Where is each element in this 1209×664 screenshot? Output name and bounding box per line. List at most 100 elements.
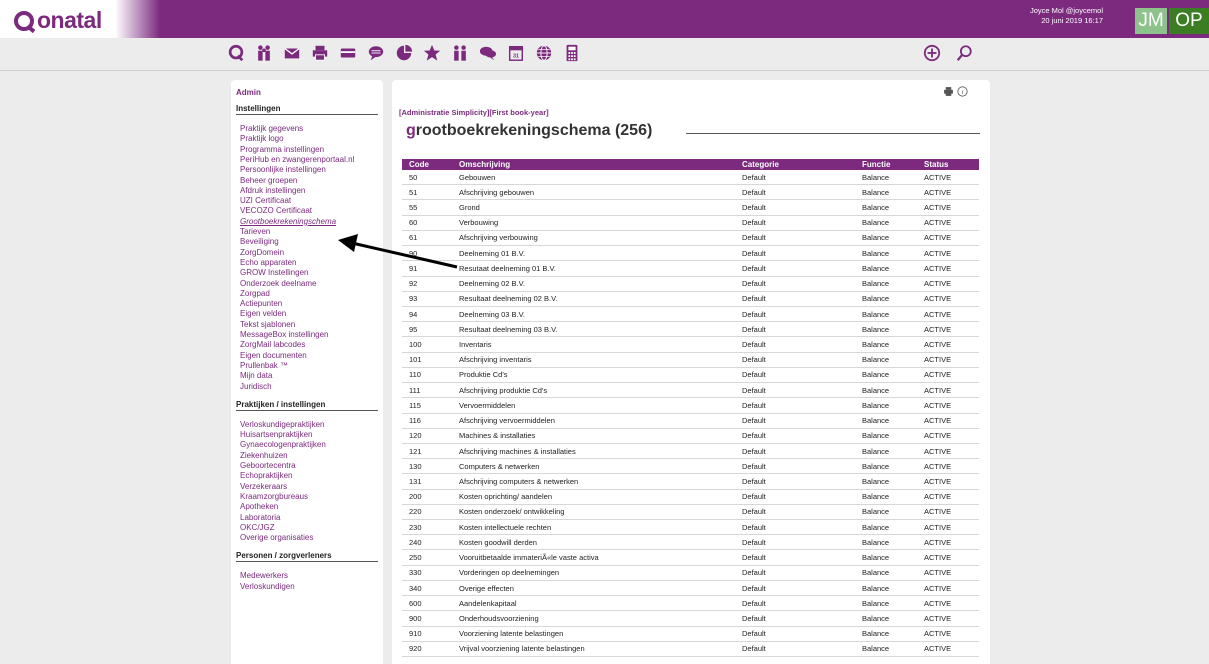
sidebar-item[interactable]: VECOZO Certificaat: [240, 206, 312, 215]
table-row[interactable]: 330 Vorderingen op deelnemingen Default Bal…: [402, 565, 979, 581]
sidebar-item[interactable]: Praktijk logo: [240, 134, 284, 143]
column-header[interactable]: Status: [917, 159, 979, 170]
sidebar-item[interactable]: Onderzoek deelname: [240, 279, 317, 288]
table-row[interactable]: 910 Voorziening latente belastingen Defaul…: [402, 626, 979, 642]
table-row[interactable]: 120 Machines & installaties Default Balance…: [402, 428, 979, 444]
sidebar-item[interactable]: Tarieven: [240, 227, 270, 236]
sidebar-item[interactable]: Ziekenhuizen: [240, 451, 288, 460]
sidebar-item[interactable]: Verzekeraars: [240, 482, 287, 491]
people-group-icon[interactable]: [451, 44, 469, 62]
table-row[interactable]: 94 Deelneming 03 B.V. Default Balance ACTIVE: [402, 306, 979, 323]
sidebar-item[interactable]: Verloskundigen: [240, 582, 295, 591]
sidebar-item[interactable]: ZorgMail labcodes: [240, 340, 305, 349]
user-badge-op[interactable]: OP: [1169, 8, 1209, 34]
chat-bubble-icon[interactable]: [367, 44, 385, 62]
sidebar-item[interactable]: Beheer groepen: [240, 176, 297, 185]
sidebar-item[interactable]: Actiepunten: [240, 299, 282, 308]
table-row[interactable]: 600 Aandelenkapitaal Default Balance ACTIVE: [402, 595, 979, 612]
ledger-table: Code Omschrijving Categorie Functie Status 5…: [402, 159, 979, 658]
sidebar-item[interactable]: Juridisch: [240, 382, 272, 391]
sidebar-item[interactable]: OKC/JGZ: [240, 523, 275, 532]
sidebar-item[interactable]: Gynaecologenpraktijken: [240, 440, 326, 449]
mail-icon[interactable]: [283, 44, 301, 62]
table-row[interactable]: 55 Grond Default Balance ACTIVE: [402, 199, 979, 216]
table-row[interactable]: 240 Kosten goodwill derden Default Balance A…: [402, 534, 979, 551]
sidebar-item[interactable]: Tekst sjablonen: [240, 320, 295, 329]
table-row[interactable]: 60 Verbouwing Default Balance ACTIVE: [402, 215, 979, 231]
sidebar-item[interactable]: PeriHub en zwangerenportaal.nl: [240, 155, 354, 164]
sidebar-item[interactable]: Eigen documenten: [240, 351, 307, 360]
sidebar-item[interactable]: MessageBox instellingen: [240, 330, 329, 339]
plus-circle-icon[interactable]: [923, 44, 941, 62]
table-row[interactable]: 340 Overige effecten Default Balance ACTIVE: [402, 580, 979, 597]
table-row[interactable]: 111 Afschrijving produktie Cd's Default Bal…: [402, 382, 979, 399]
table-row[interactable]: 131 Afschrijving computers & netwerken Def…: [402, 473, 979, 490]
sidebar-item[interactable]: Echopraktijken: [240, 471, 292, 480]
sidebar-item[interactable]: Huisartsenpraktijken: [240, 430, 312, 439]
calculator-icon[interactable]: [563, 44, 581, 62]
column-header[interactable]: Code: [402, 159, 452, 170]
sidebar-item[interactable]: Grootboekrekeningschema: [240, 217, 336, 226]
logo-q-icon[interactable]: [227, 44, 245, 62]
sidebar-item[interactable]: Programma instellingen: [240, 145, 324, 154]
sidebar-item[interactable]: Medewerkers: [240, 571, 288, 580]
sidebar-item[interactable]: GROW Instellingen: [240, 268, 308, 277]
sidebar-item[interactable]: Echo apparaten: [240, 258, 297, 267]
table-row[interactable]: 230 Kosten intellectuele rechten Default Ba…: [402, 519, 979, 536]
table-row[interactable]: 220 Kosten onderzoek/ ontwikkeling Default…: [402, 504, 979, 521]
printer-icon[interactable]: [943, 86, 954, 99]
table-row[interactable]: 95 Resultaat deelneming 03 B.V. Default Bal…: [402, 321, 979, 338]
sidebar-item[interactable]: Kraamzorgbureaus: [240, 492, 308, 501]
sidebar-item[interactable]: ZorgDomein: [240, 248, 284, 257]
sidebar-item[interactable]: Mijn data: [240, 371, 272, 380]
table-row[interactable]: 121 Afschrijving machines & installaties D…: [402, 443, 979, 460]
table-row[interactable]: 91 Resutaat deelneming 01 B.V. Default Bala…: [402, 260, 979, 277]
sidebar-item[interactable]: Laboratoria: [240, 513, 280, 522]
printer-icon[interactable]: [311, 44, 329, 62]
table-row[interactable]: 250 Vooruitbetaalde immateriÃ«le vaste ac…: [402, 549, 979, 566]
table-row[interactable]: 92 Deelneming 02 B.V. Default Balance ACTIVE: [402, 276, 979, 292]
table-row[interactable]: 130 Computers & netwerken Default Balance AC…: [402, 458, 979, 475]
sidebar-item[interactable]: Geboortecentra: [240, 461, 296, 470]
table-row[interactable]: 50 Gebouwen Default Balance ACTIVE: [402, 170, 979, 186]
table-row[interactable]: 61 Afschrijving verbouwing Default Balance A…: [402, 230, 979, 247]
calendar-icon[interactable]: 31: [507, 44, 525, 62]
column-header[interactable]: Functie: [855, 159, 917, 170]
people-icon[interactable]: [255, 44, 273, 62]
card-icon[interactable]: [339, 44, 357, 62]
table-row[interactable]: 51 Afschrijving gebouwen Default Balance ACT…: [402, 184, 979, 201]
table-row[interactable]: 100 Inventaris Default Balance ACTIVE: [402, 336, 979, 353]
sidebar-item[interactable]: Beveiliging: [240, 237, 279, 246]
table-row[interactable]: 110 Produktie Cd's Default Balance ACTIVE: [402, 367, 979, 384]
sidebar-item[interactable]: Verloskundigepraktijken: [240, 420, 325, 429]
app-logo[interactable]: onatal: [14, 7, 102, 34]
sidebar-item[interactable]: Overige organisaties: [240, 533, 313, 542]
chat-icon[interactable]: [479, 44, 497, 62]
pie-chart-icon[interactable]: [395, 44, 413, 62]
star-icon[interactable]: [423, 44, 441, 62]
table-cell: ACTIVE: [917, 170, 979, 186]
sidebar-item[interactable]: Prullenbak ™: [240, 361, 288, 370]
sidebar-item[interactable]: Zorgpad: [240, 289, 270, 298]
user-badge-jm[interactable]: JM: [1135, 8, 1167, 34]
table-row[interactable]: 116 Afschrijving vervoermiddelen Default Ba…: [402, 413, 979, 429]
table-row[interactable]: 90 Deelneming 01 B.V. Default Balance ACTIVE: [402, 245, 979, 262]
globe-icon[interactable]: [535, 44, 553, 62]
table-row[interactable]: 920 Vrijval voorziening latente belasting…: [402, 641, 979, 658]
table-row[interactable]: 93 Resultaat deelneming 02 B.V. Default Bal…: [402, 291, 979, 307]
info-icon[interactable]: i: [957, 86, 968, 99]
sidebar-item[interactable]: Apotheken: [240, 502, 278, 511]
column-header[interactable]: Omschrijving: [452, 159, 735, 170]
sidebar-item[interactable]: Afdruk instellingen: [240, 186, 305, 195]
sidebar-item[interactable]: UZI Certificaat: [240, 196, 291, 205]
table-row[interactable]: 101 Afschrijving inventaris Default Balance…: [402, 352, 979, 368]
breadcrumb[interactable]: [Administratie Simplicity][First book-ye…: [399, 108, 549, 117]
table-row[interactable]: 900 Onderhoudsvoorziening Default Balance AC…: [402, 610, 979, 627]
sidebar-item[interactable]: Persoonlijke instellingen: [240, 165, 326, 174]
search-icon[interactable]: [955, 44, 973, 62]
column-header[interactable]: Categorie: [735, 159, 855, 170]
table-row[interactable]: 115 Vervoermiddelen Default Balance ACTIVE: [402, 397, 979, 414]
table-row[interactable]: 200 Kosten oprichting/ aandelen Default Bal…: [402, 489, 979, 505]
sidebar-item[interactable]: Eigen velden: [240, 309, 286, 318]
sidebar-item[interactable]: Praktijk gegevens: [240, 124, 303, 133]
